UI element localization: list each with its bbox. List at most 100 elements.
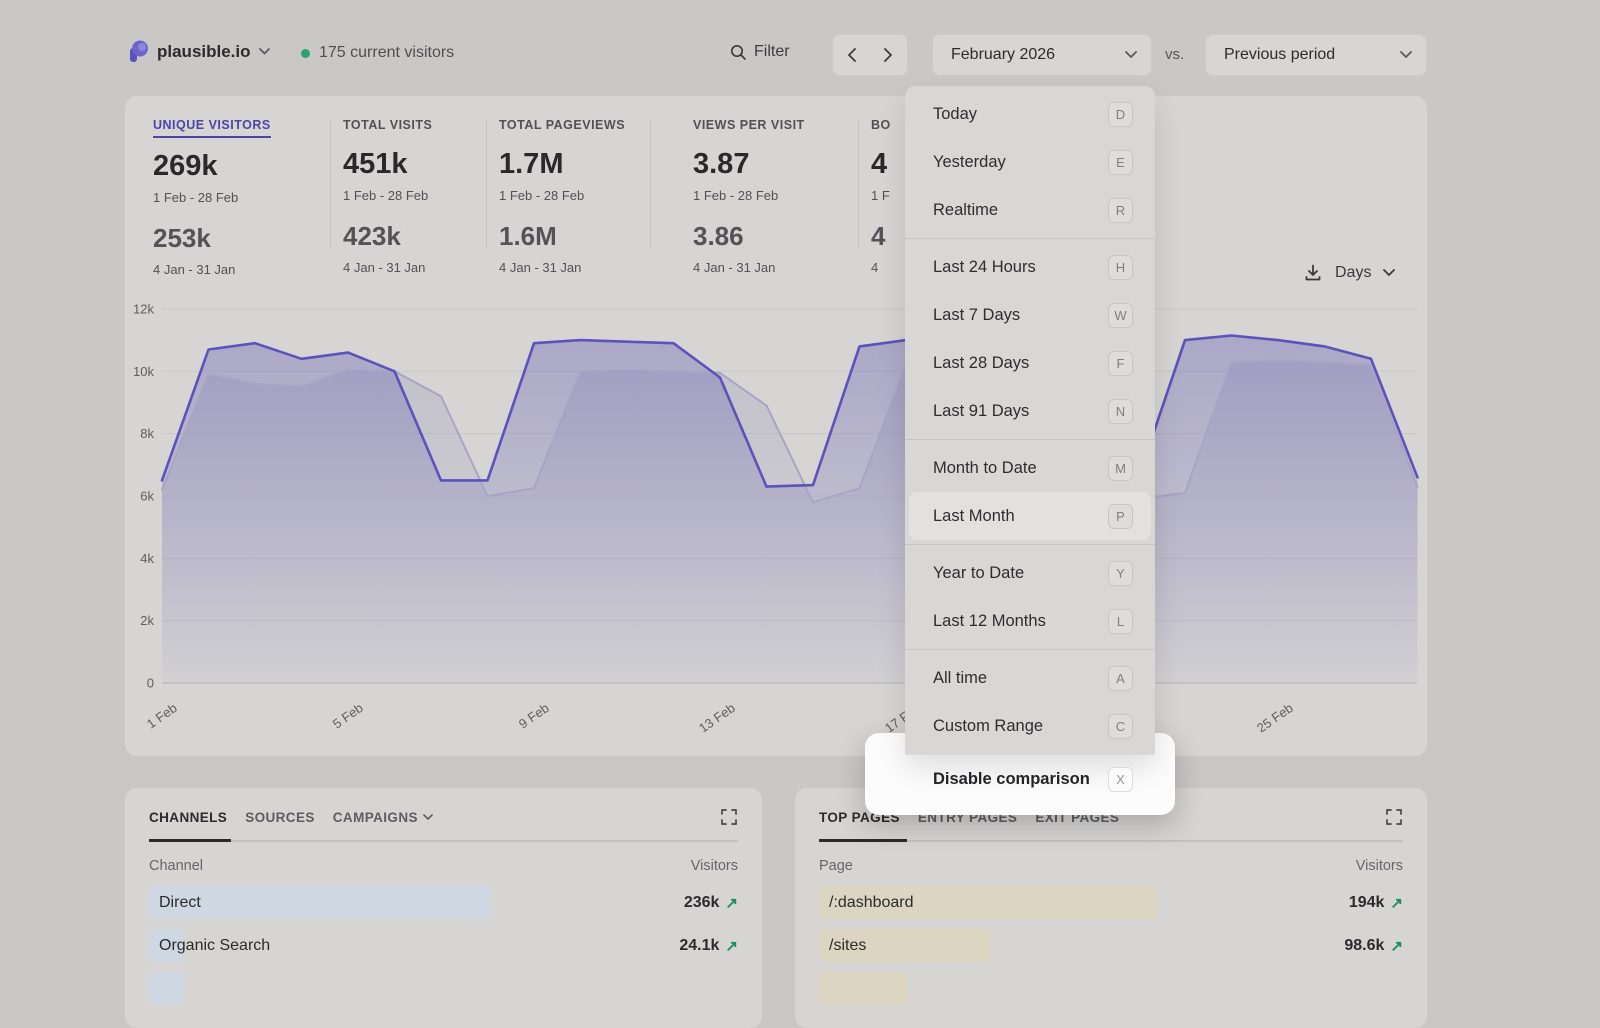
menu-item-last-7-days[interactable]: Last 7 DaysW bbox=[905, 291, 1155, 339]
divider bbox=[486, 120, 487, 248]
table-row[interactable] bbox=[819, 972, 1403, 1005]
channels-tabs: CHANNELS SOURCES CAMPAIGNS bbox=[149, 810, 738, 825]
menu-section: Month to DateM Last Month P bbox=[905, 439, 1155, 544]
download-icon[interactable] bbox=[1303, 263, 1323, 283]
y-axis-tick-label: 4k bbox=[140, 551, 154, 566]
row-label: Organic Search bbox=[159, 937, 270, 955]
tabs-underline bbox=[149, 840, 738, 842]
menu-item-yesterday[interactable]: YesterdayE bbox=[905, 138, 1155, 186]
channels-rows: Direct236k↗ Organic Search 24.1k ↗ bbox=[125, 886, 762, 1005]
stat-value: 451k bbox=[343, 148, 432, 181]
menu-item-label: All time bbox=[933, 669, 987, 688]
plausible-logo-icon bbox=[128, 40, 149, 63]
row-value: 236k↗ bbox=[684, 894, 738, 912]
menu-item-today[interactable]: TodayD bbox=[905, 90, 1155, 138]
current-period-area bbox=[162, 336, 1418, 684]
stat-total-visits[interactable]: TOTAL VISITS 451k 1 Feb - 28 Feb 423k 4 … bbox=[343, 116, 432, 275]
menu-item-last-12-months[interactable]: Last 12 MonthsL bbox=[905, 597, 1155, 645]
live-dot-icon bbox=[301, 49, 310, 58]
menu-item-label: Disable comparison bbox=[933, 770, 1090, 789]
filter-button[interactable]: Filter bbox=[730, 43, 790, 61]
menu-item-label: Last Month bbox=[933, 507, 1015, 526]
menu-item-label: Yesterday bbox=[933, 153, 1006, 172]
comparison-select[interactable]: Previous period bbox=[1205, 34, 1427, 76]
visitors-chart[interactable]: 02k4k6k8k10k12k1 Feb5 Feb9 Feb13 Feb17 F… bbox=[128, 296, 1424, 732]
date-range-select[interactable]: February 2026 bbox=[932, 34, 1152, 76]
tab-campaigns[interactable]: CAMPAIGNS bbox=[333, 810, 433, 825]
active-tab-indicator bbox=[819, 839, 907, 842]
menu-item-custom-range[interactable]: Custom RangeC bbox=[905, 702, 1155, 750]
row-value: 24.1k ↗ bbox=[679, 937, 738, 955]
x-axis-tick-label: 1 Feb bbox=[144, 700, 180, 731]
shortcut-key-badge: P bbox=[1108, 504, 1133, 529]
menu-section: TodayDYesterdayERealtimeR bbox=[905, 86, 1155, 238]
channels-panel: CHANNELS SOURCES CAMPAIGNS Channel Visit… bbox=[125, 788, 762, 1028]
site-switcher[interactable]: plausible.io bbox=[128, 40, 270, 63]
current-visitors[interactable]: 175 current visitors bbox=[301, 44, 454, 62]
menu-item-label: Year to Date bbox=[933, 564, 1024, 583]
interval-select[interactable]: Days bbox=[1335, 264, 1371, 282]
shortcut-key-badge: H bbox=[1108, 255, 1133, 280]
filter-label: Filter bbox=[754, 43, 790, 61]
table-row[interactable]: /:dashboard 194k↗ bbox=[819, 886, 1403, 919]
next-period-arrow-button[interactable] bbox=[884, 48, 893, 62]
chevron-down-icon bbox=[423, 814, 433, 821]
x-axis-tick-label: 25 Feb bbox=[1254, 700, 1296, 732]
stat-value: 269k bbox=[153, 150, 271, 183]
menu-item-disable-comparison[interactable]: Disable comparison X bbox=[905, 754, 1155, 804]
stat-prev-range: 4 Jan - 31 Jan bbox=[693, 260, 805, 275]
menu-item-last-24-hours[interactable]: Last 24 HoursH bbox=[905, 243, 1155, 291]
row-value: 194k↗ bbox=[1349, 894, 1403, 912]
y-axis-tick-label: 0 bbox=[147, 676, 154, 691]
tabs-underline bbox=[819, 840, 1403, 842]
x-axis-tick-label: 5 Feb bbox=[330, 700, 366, 731]
period-arrows bbox=[832, 34, 908, 76]
current-visitors-label: 175 current visitors bbox=[319, 44, 454, 62]
stat-prev-range: 4 Jan - 31 Jan bbox=[343, 260, 432, 275]
date-range-value: February 2026 bbox=[951, 46, 1055, 64]
menu-item-last-month[interactable]: Last Month P bbox=[909, 492, 1151, 540]
menu-item-month-to-date[interactable]: Month to DateM bbox=[905, 444, 1155, 492]
stat-bounce-rate-partial[interactable]: BO 4 1 F 4 4 bbox=[871, 116, 891, 275]
row-value-number: 24.1k bbox=[679, 937, 719, 955]
menu-item-realtime[interactable]: RealtimeR bbox=[905, 186, 1155, 234]
table-row[interactable]: Organic Search 24.1k ↗ bbox=[149, 929, 738, 962]
stat-value: 1.7M bbox=[499, 148, 625, 181]
menu-item-label: Last 91 Days bbox=[933, 402, 1029, 421]
row-label: /:dashboard bbox=[829, 894, 914, 912]
x-axis-tick-label: 9 Feb bbox=[516, 700, 552, 731]
comparison-value: Previous period bbox=[1224, 46, 1335, 64]
stat-label: BO bbox=[871, 118, 891, 136]
row-bar bbox=[149, 972, 183, 1005]
shortcut-key-badge: Y bbox=[1108, 561, 1133, 586]
expand-icon[interactable] bbox=[720, 808, 738, 826]
stat-prev-range: 4 Jan - 31 Jan bbox=[499, 260, 625, 275]
table-row[interactable]: /sites98.6k↗ bbox=[819, 929, 1403, 962]
y-axis-tick-label: 12k bbox=[133, 301, 154, 316]
stat-views-per-visit[interactable]: VIEWS PER VISIT 3.87 1 Feb - 28 Feb 3.86… bbox=[693, 116, 805, 275]
y-axis-tick-label: 8k bbox=[140, 426, 154, 441]
chevron-down-icon bbox=[1400, 51, 1412, 59]
table-row[interactable] bbox=[149, 972, 738, 1005]
menu-item-last-28-days[interactable]: Last 28 DaysF bbox=[905, 339, 1155, 387]
row-value: 98.6k↗ bbox=[1344, 937, 1403, 955]
stat-label: TOTAL PAGEVIEWS bbox=[499, 118, 625, 136]
expand-icon[interactable] bbox=[1385, 808, 1403, 826]
stat-total-pageviews[interactable]: TOTAL PAGEVIEWS 1.7M 1 Feb - 28 Feb 1.6M… bbox=[499, 116, 625, 275]
tab-channels[interactable]: CHANNELS bbox=[149, 810, 227, 825]
stat-unique-visitors[interactable]: UNIQUE VISITORS 269k 1 Feb - 28 Feb 253k… bbox=[153, 116, 271, 277]
row-bar bbox=[819, 972, 908, 1005]
trend-up-icon: ↗ bbox=[725, 937, 738, 955]
shortcut-key-badge: C bbox=[1108, 714, 1133, 739]
menu-item-year-to-date[interactable]: Year to Date Y bbox=[905, 549, 1155, 597]
tab-sources[interactable]: SOURCES bbox=[245, 810, 315, 825]
table-row[interactable]: Direct236k↗ bbox=[149, 886, 738, 919]
row-value-number: 98.6k bbox=[1344, 937, 1384, 955]
chart-toolbar: Days bbox=[1303, 263, 1395, 283]
metric-column-label: Visitors bbox=[1356, 858, 1403, 874]
prev-period-arrow-button[interactable] bbox=[847, 48, 856, 62]
menu-item-last-91-days[interactable]: Last 91 DaysN bbox=[905, 387, 1155, 435]
topbar: plausible.io 175 current visitors Filter… bbox=[0, 0, 1600, 90]
menu-item-all-time[interactable]: All timeA bbox=[905, 654, 1155, 702]
stat-range: 1 Feb - 28 Feb bbox=[153, 190, 271, 205]
